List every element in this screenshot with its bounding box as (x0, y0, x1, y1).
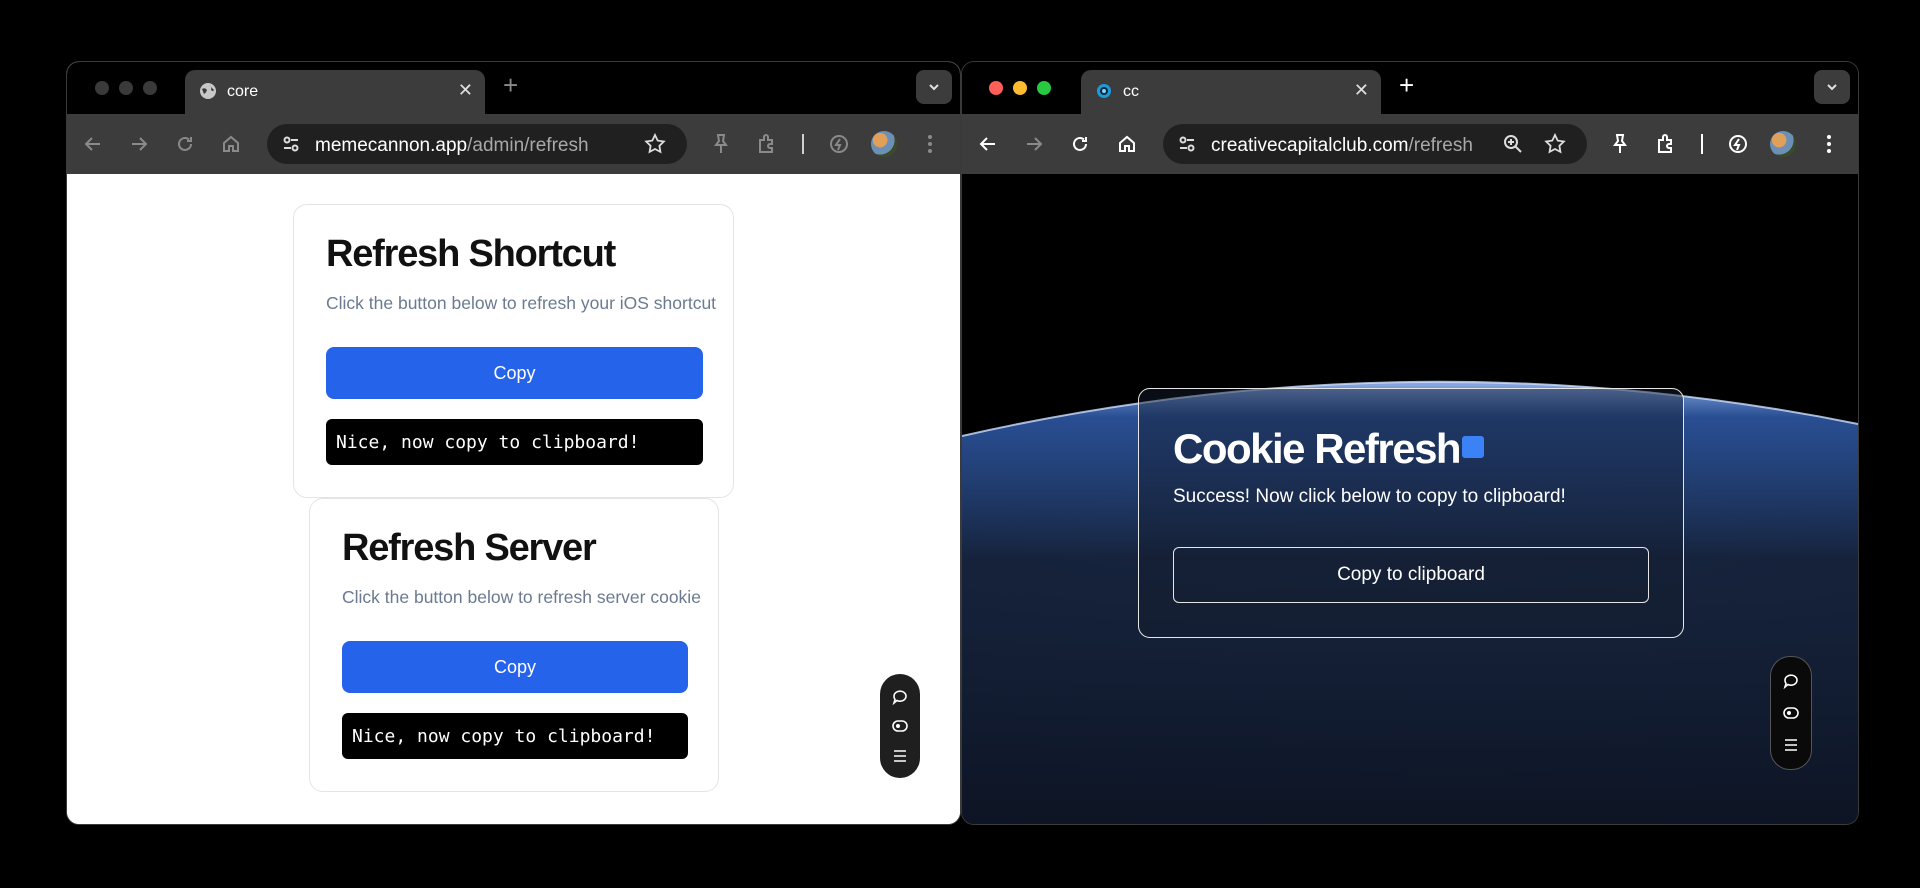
floating-toolbar (1770, 656, 1812, 770)
traffic-lights (989, 81, 1051, 95)
server-code-output: Nice, now copy to clipboard! (342, 713, 688, 759)
tab-strip: cc ✕ + (962, 62, 1858, 114)
forward-arrow-icon[interactable] (1022, 132, 1046, 156)
copy-to-clipboard-button[interactable]: Copy to clipboard (1173, 547, 1649, 603)
card-subtitle: Success! Now click below to copy to clip… (1173, 486, 1566, 507)
address-bar[interactable]: creativecapitalclub.com/refresh (1163, 124, 1587, 164)
chevron-down-icon (929, 84, 939, 91)
new-tab-button[interactable]: + (1399, 72, 1414, 98)
page-viewport: Refresh Shortcut Click the button below … (67, 174, 960, 824)
tab-strip: core ✕ + (67, 62, 960, 114)
refresh-server-card: Refresh Server Click the button below to… (309, 498, 719, 792)
tab-cc[interactable]: cc ✕ (1081, 70, 1381, 114)
tab-search-button[interactable] (1814, 70, 1850, 104)
star-icon[interactable] (1543, 132, 1567, 156)
browser-window-right: cc ✕ + creativecapitalclub.com/refresh C… (962, 62, 1858, 824)
close-window-button[interactable] (989, 81, 1003, 95)
site-info-icon[interactable] (279, 132, 303, 156)
tab-core[interactable]: core ✕ (185, 70, 485, 114)
performance-icon[interactable] (1726, 132, 1750, 156)
zoom-window-button[interactable] (1037, 81, 1051, 95)
menu-icon[interactable] (890, 746, 910, 766)
card-subtitle: Click the button below to refresh your i… (326, 293, 717, 313)
zoom-icon[interactable] (1501, 132, 1525, 156)
kebab-menu-icon[interactable] (918, 132, 942, 156)
site-info-icon[interactable] (1175, 132, 1199, 156)
copy-server-button[interactable]: Copy (342, 641, 688, 693)
avatar[interactable] (1770, 131, 1796, 157)
star-icon[interactable] (643, 132, 667, 156)
url-text: creativecapitalclub.com/refresh (1211, 135, 1473, 157)
card-title: Refresh Shortcut (326, 233, 616, 275)
page-viewport: Cookie Refresh Success! Now click below … (962, 174, 1858, 824)
tab-close-icon[interactable]: ✕ (1354, 80, 1369, 101)
shortcut-code-output: Nice, now copy to clipboard! (326, 419, 703, 465)
new-tab-button[interactable]: + (503, 72, 518, 98)
menu-icon[interactable] (1781, 735, 1801, 755)
url-host: memecannon.app (315, 135, 468, 156)
traffic-lights (95, 81, 157, 95)
minimize-window-button[interactable] (1013, 81, 1027, 95)
cc-logo-icon (1097, 84, 1111, 98)
home-icon[interactable] (1115, 132, 1139, 156)
extensions-icon[interactable] (1654, 132, 1678, 156)
zoom-window-button[interactable] (143, 81, 157, 95)
browser-window-left: core ✕ + memecannon.app/admin/refresh Re… (67, 62, 960, 824)
tab-title: cc (1123, 83, 1139, 100)
url-host: creativecapitalclub.com (1211, 135, 1409, 156)
extensions-icon[interactable] (755, 132, 779, 156)
reload-icon[interactable] (1068, 132, 1092, 156)
performance-icon[interactable] (827, 132, 851, 156)
card-subtitle: Click the button below to refresh server… (342, 587, 701, 607)
home-icon[interactable] (219, 132, 243, 156)
url-path: /admin/refresh (467, 135, 589, 156)
back-arrow-icon[interactable] (81, 132, 105, 156)
tab-title: core (227, 83, 259, 100)
refresh-shortcut-card: Refresh Shortcut Click the button below … (293, 204, 734, 498)
browser-toolbar: memecannon.app/admin/refresh (67, 114, 960, 174)
address-bar[interactable]: memecannon.app/admin/refresh (267, 124, 687, 164)
copy-shortcut-button[interactable]: Copy (326, 347, 703, 399)
minimize-window-button[interactable] (119, 81, 133, 95)
forward-arrow-icon[interactable] (127, 132, 151, 156)
card-title: Cookie Refresh (1173, 425, 1462, 472)
pin-icon[interactable] (709, 132, 733, 156)
toolbar-separator (802, 134, 804, 154)
card-title: Refresh Server (342, 527, 597, 569)
floating-toolbar (880, 674, 920, 778)
url-path: /refresh (1408, 135, 1473, 156)
cookie-refresh-card: Cookie Refresh Success! Now click below … (1138, 388, 1684, 638)
chat-bubble-icon[interactable] (1781, 671, 1801, 691)
toolbar-separator (1701, 134, 1703, 154)
close-window-button[interactable] (95, 81, 109, 95)
avatar[interactable] (871, 131, 897, 157)
tab-search-button[interactable] (916, 70, 952, 104)
chat-bubble-icon[interactable] (890, 687, 910, 707)
browser-toolbar: creativecapitalclub.com/refresh (962, 114, 1858, 174)
status-indicator (1462, 436, 1484, 458)
kebab-menu-icon[interactable] (1817, 132, 1841, 156)
reload-icon[interactable] (173, 132, 197, 156)
back-arrow-icon[interactable] (976, 132, 1000, 156)
pin-icon[interactable] (1608, 132, 1632, 156)
eye-icon[interactable] (890, 716, 910, 736)
url-text: memecannon.app/admin/refresh (315, 135, 589, 157)
eye-icon[interactable] (1781, 703, 1801, 723)
tab-close-icon[interactable]: ✕ (458, 80, 473, 101)
globe-icon (200, 83, 216, 99)
chevron-down-icon (1827, 84, 1837, 91)
